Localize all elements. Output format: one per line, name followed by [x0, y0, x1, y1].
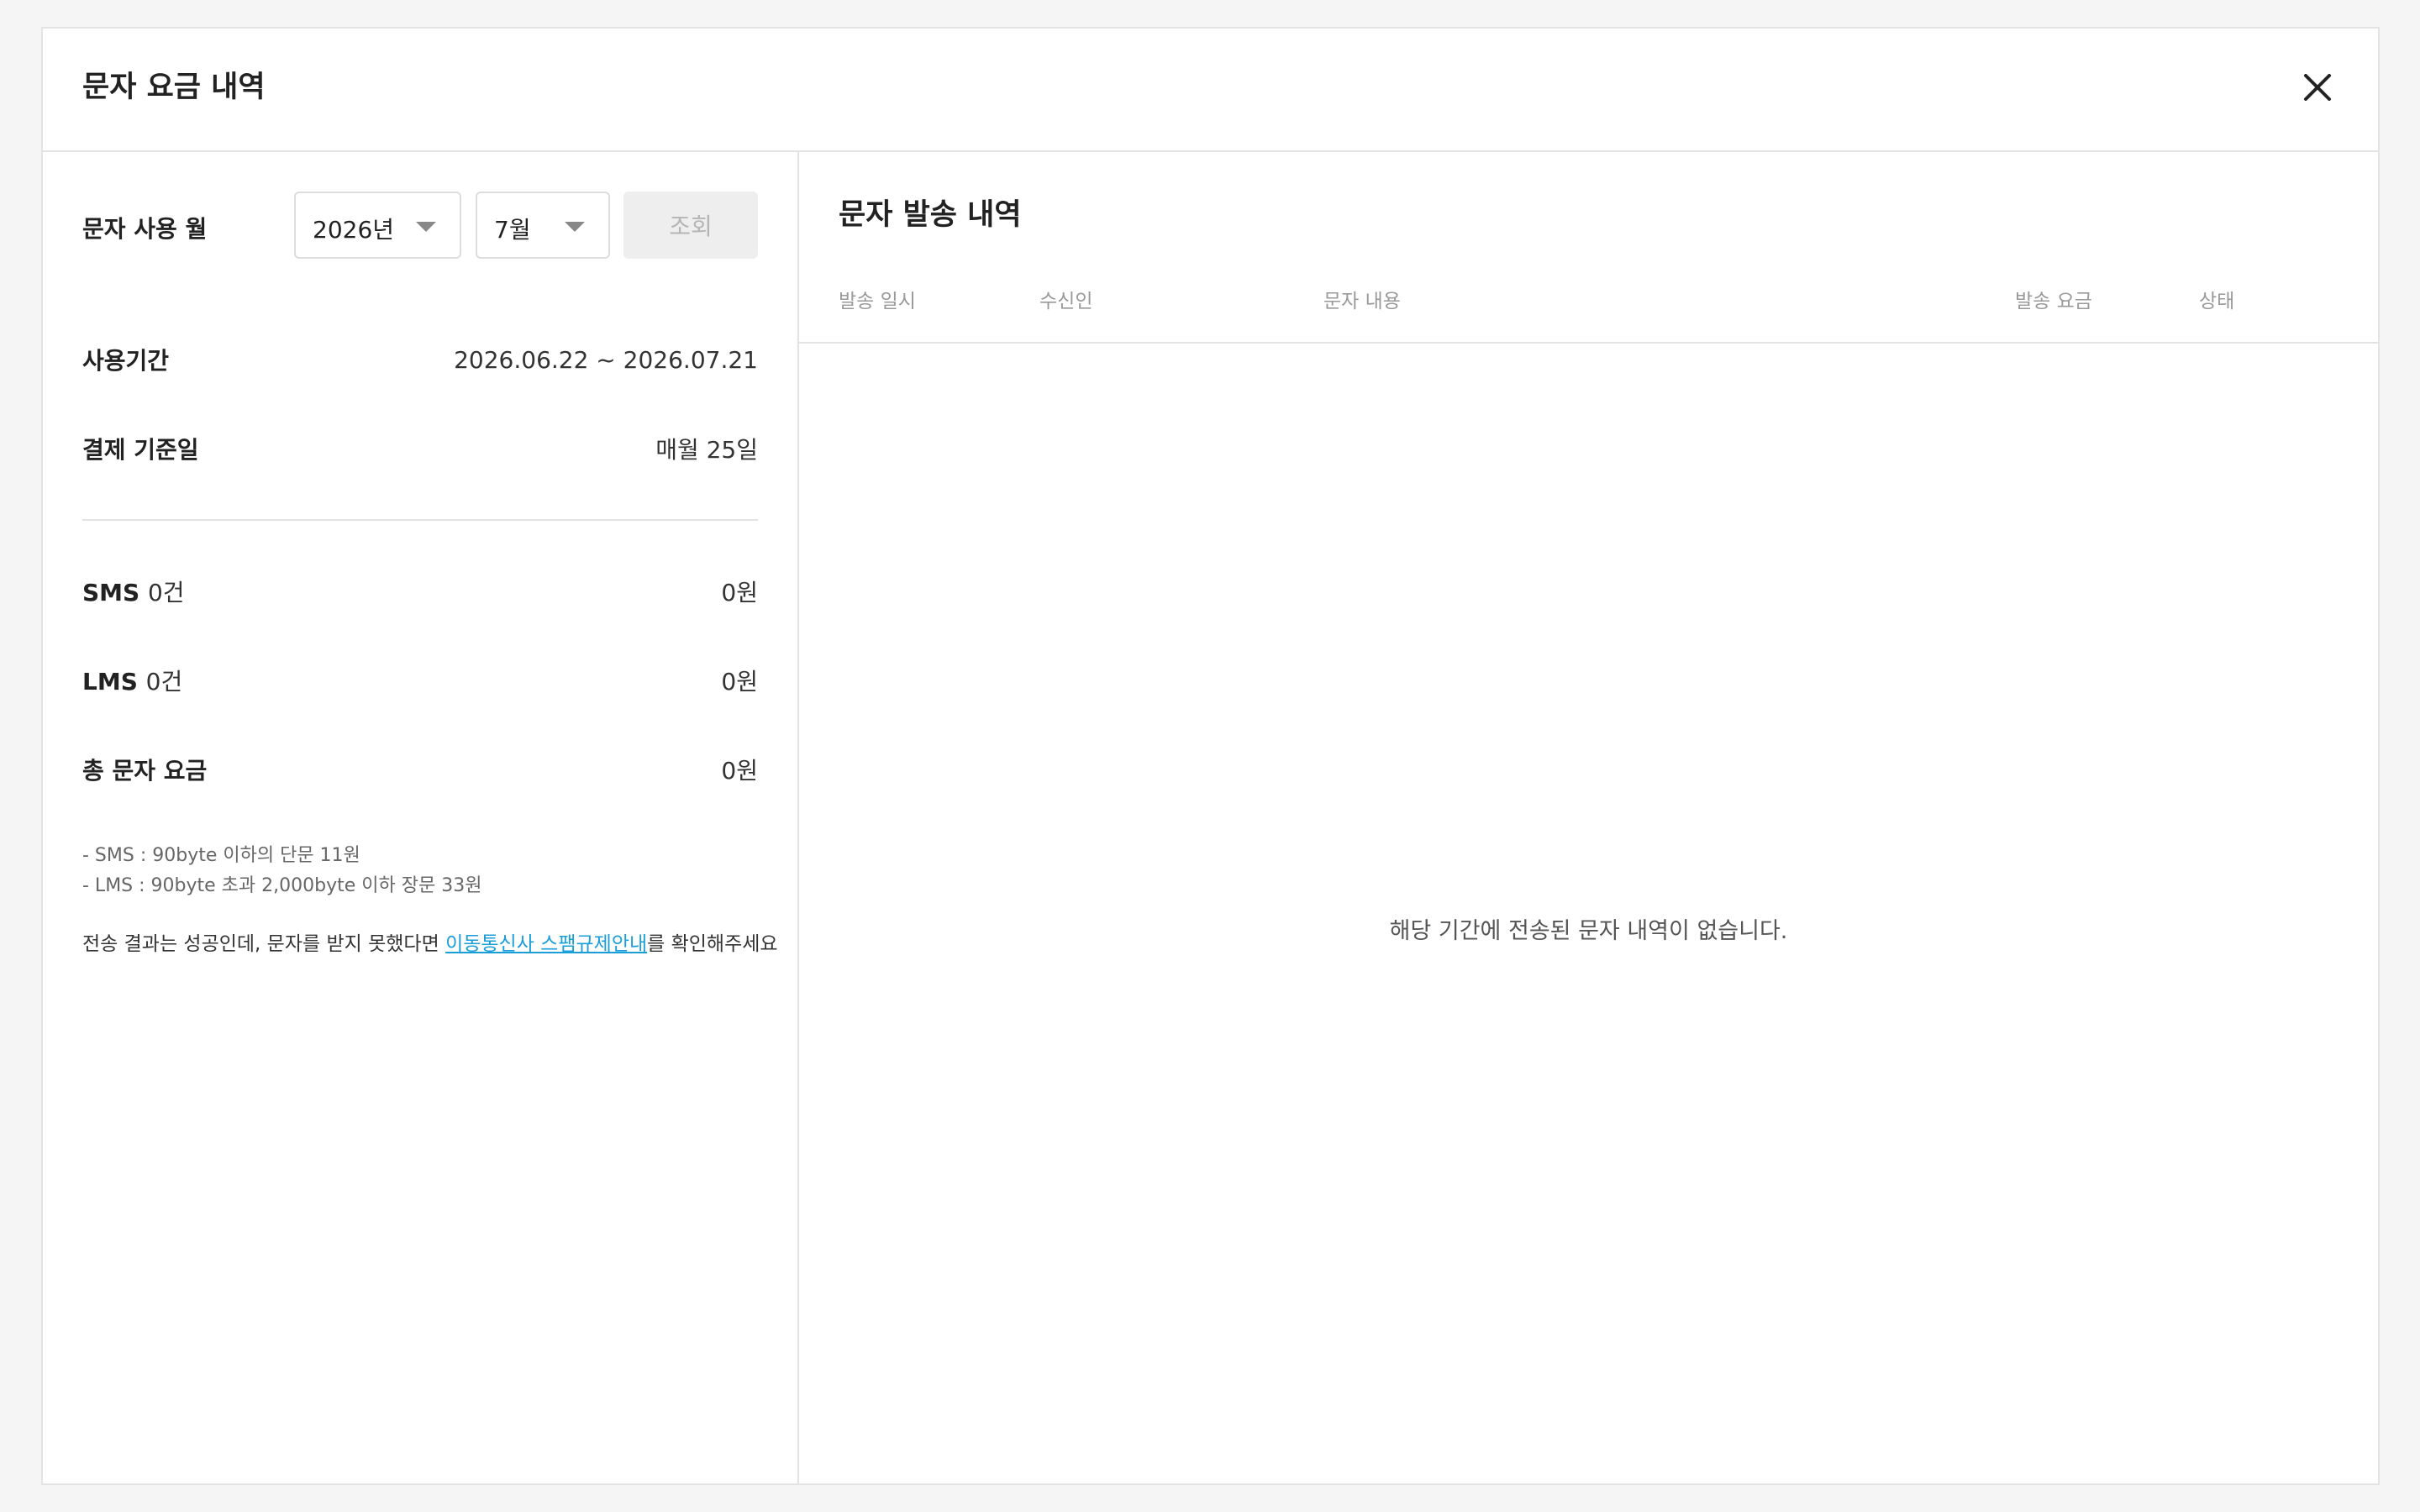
year-select-value: 2026년 [313, 216, 395, 244]
lms-type: LMS [82, 668, 138, 696]
summary-panel: 문자 사용 월 2026년 7월 조회 사용기간 2026.06.22 ~ 20… [43, 152, 799, 1483]
month-select-value: 7월 [494, 216, 531, 244]
sms-amount: 0원 [721, 579, 758, 606]
empty-history-message: 해당 기간에 전송된 문자 내역이 없습니다. [1389, 918, 1788, 944]
lms-label: LMS 0건 [82, 664, 182, 697]
year-select[interactable]: 2026년 [294, 192, 461, 259]
query-button[interactable]: 조회 [623, 192, 758, 259]
spam-info-prefix: 전송 결과는 성공인데, 문자를 받지 못했다면 [82, 933, 446, 955]
period-label: 사용기간 [82, 347, 170, 375]
total-amount: 0원 [721, 757, 758, 785]
modal-header: 문자 요금 내역 [43, 29, 2378, 152]
billing-row: 결제 기준일 매월 25일 [82, 432, 758, 465]
col-fee: 발송 요금 [2015, 291, 2092, 312]
sms-price-note: - SMS : 90byte 이하의 단문 11원 [82, 845, 360, 866]
total-label: 총 문자 요금 [82, 757, 208, 785]
col-sent-at: 발송 일시 [839, 291, 916, 312]
spam-info-text: 전송 결과는 성공인데, 문자를 받지 못했다면 이동통신사 스팸규제안내를 확… [82, 927, 778, 956]
total-row: 총 문자 요금 0원 [82, 753, 758, 786]
spam-info-suffix: 를 확인해주세요 [647, 933, 778, 955]
close-button[interactable] [2301, 71, 2334, 104]
sms-row: SMS 0건 0원 [82, 575, 758, 608]
sms-count: 0건 [147, 579, 185, 606]
history-table-header: 발송 일시 수신인 문자 내용 발송 요금 상태 [799, 278, 2378, 344]
chevron-down-icon [565, 222, 585, 232]
period-value: 2026.06.22 ~ 2026.07.21 [454, 345, 758, 374]
usage-month-label: 문자 사용 월 [82, 215, 208, 243]
history-title: 문자 발송 내역 [839, 198, 1022, 232]
modal-title: 문자 요금 내역 [82, 71, 266, 104]
summary-divider [82, 519, 758, 521]
close-icon [2304, 74, 2331, 101]
lms-row: LMS 0건 0원 [82, 664, 758, 697]
col-content: 문자 내용 [1323, 291, 1401, 312]
col-recipient: 수신인 [1039, 291, 1093, 312]
spam-regulation-link[interactable]: 이동통신사 스팸규제안내 [445, 933, 647, 955]
lms-amount: 0원 [721, 668, 758, 696]
period-row: 사용기간 2026.06.22 ~ 2026.07.21 [82, 343, 758, 376]
lms-price-note: - LMS : 90byte 초과 2,000byte 이하 장문 33원 [82, 875, 482, 896]
lms-count: 0건 [145, 668, 183, 696]
billing-label: 결제 기준일 [82, 436, 199, 464]
sms-type: SMS [82, 579, 140, 606]
chevron-down-icon [416, 222, 436, 232]
billing-value: 매월 25일 [655, 436, 758, 464]
col-status: 상태 [2199, 291, 2235, 312]
sms-label: SMS 0건 [82, 575, 185, 608]
sms-fee-modal: 문자 요금 내역 문자 사용 월 2026년 7월 조회 사용기간 2026.0… [41, 27, 2380, 1485]
history-panel: 문자 발송 내역 발송 일시 수신인 문자 내용 발송 요금 상태 해당 기간에… [799, 152, 2378, 1483]
month-select[interactable]: 7월 [476, 192, 610, 259]
